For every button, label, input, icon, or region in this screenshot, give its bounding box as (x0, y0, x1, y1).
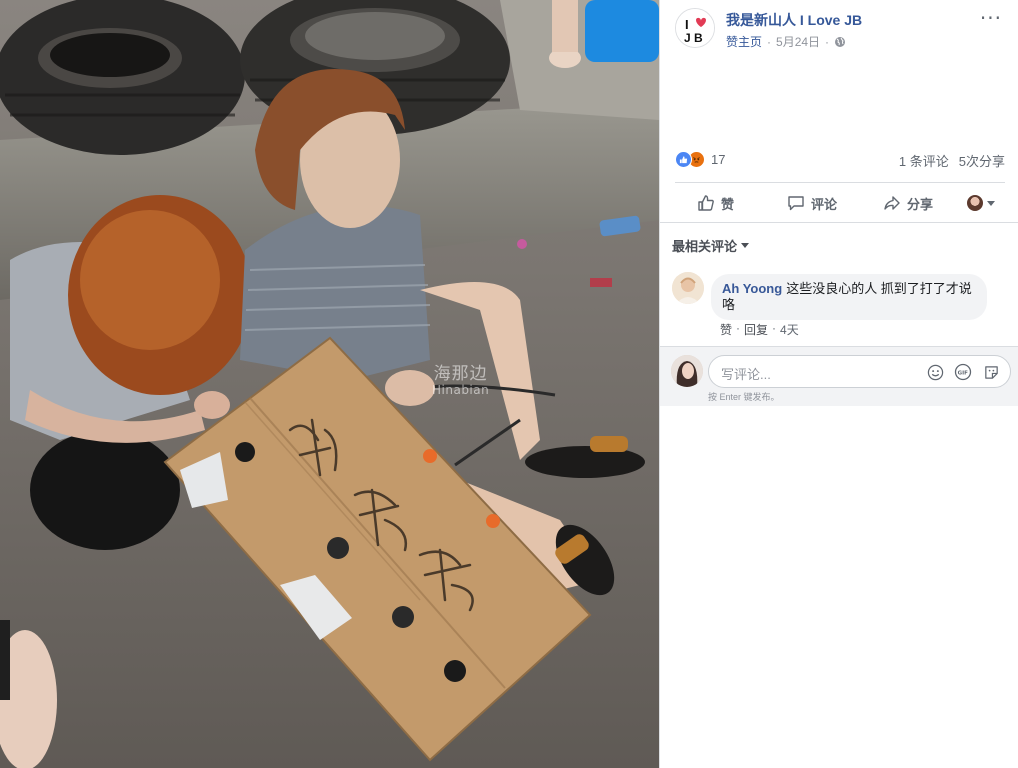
comment-input-placeholder: 写评论... (721, 367, 771, 382)
globe-icon (835, 36, 846, 47)
page-avatar[interactable]: I J B (675, 8, 715, 48)
share-count-link[interactable]: 5次分享 (959, 151, 1005, 170)
svg-text:J B: J B (684, 31, 703, 45)
page-name-link[interactable]: 我是新山人 I Love JB (726, 10, 862, 30)
thumbs-up-icon (698, 195, 714, 211)
reaction-count: 17 (711, 152, 726, 167)
comment-action-separator: · (736, 321, 741, 335)
chevron-down-icon (987, 200, 995, 206)
comment-sort-label: 最相关评论 (672, 239, 738, 254)
page-logo-icon: I J B (676, 9, 714, 47)
emoji-icon[interactable] (926, 363, 944, 381)
avatar-photo (671, 355, 703, 387)
meta-separator: · (825, 34, 830, 49)
commenter-avatar[interactable] (672, 272, 704, 304)
post-date[interactable]: 5月24日 (776, 33, 820, 50)
share-button[interactable]: 分享 (883, 194, 933, 213)
submit-hint: 按 Enter 键发布。 (708, 392, 780, 402)
divider (675, 182, 1005, 183)
photo-watermark: 海那边 Hinabian (432, 364, 490, 397)
photo-illustration (0, 0, 659, 768)
share-label: 分享 (907, 196, 934, 212)
comment-button[interactable]: 评论 (787, 194, 837, 213)
like-button[interactable]: 赞 (697, 194, 734, 213)
comment-action-separator: · (772, 321, 777, 335)
more-options-button[interactable]: ··· (980, 6, 1002, 30)
sticker-icon[interactable] (982, 363, 1000, 381)
share-arrow-icon (884, 196, 900, 210)
post-sidebar: I J B 我是新山人 I Love JB 赞主页 · 5月24日 · ··· (659, 0, 1018, 768)
like-reaction-icon (675, 151, 692, 168)
svg-text:GIF: GIF (958, 370, 969, 376)
comment-time[interactable]: 4天 (780, 321, 799, 338)
divider (660, 222, 1018, 223)
reactions-bar: 17 1 条评论 5次分享 (675, 151, 1005, 171)
comment-sort-dropdown[interactable]: 最相关评论 (672, 236, 750, 255)
comment-actions: 赞 · 回复 · 4天 (720, 321, 799, 338)
engagement-counts: 1 条评论 5次分享 (899, 151, 1005, 170)
comment-icon (788, 196, 804, 211)
react-as-selector[interactable] (967, 195, 995, 211)
post-photo[interactable]: 海那边 Hinabian (0, 0, 659, 768)
reaction-summary[interactable]: 17 (675, 151, 725, 168)
comment-like-link[interactable]: 赞 (720, 321, 732, 338)
post-meta: 赞主页 · 5月24日 · (726, 33, 846, 50)
comment-reply-link[interactable]: 回复 (744, 321, 768, 338)
composer-tools: GIF (926, 363, 1000, 381)
comment-count-link[interactable]: 1 条评论 (899, 151, 949, 170)
comment-bubble: Ah Yoong 这些没良心的人 抓到了打了才说咯 (711, 274, 987, 320)
comment-input[interactable]: 写评论... GIF (708, 355, 1011, 388)
chevron-down-icon (741, 243, 750, 248)
like-page-link[interactable]: 赞主页 (726, 33, 762, 50)
comment-author-link[interactable]: Ah Yoong (722, 281, 782, 296)
current-user-avatar[interactable] (671, 355, 703, 387)
comment-composer: 写评论... GIF 按 Enter 键发布。 (660, 346, 1018, 406)
like-label: 赞 (721, 196, 735, 212)
gif-icon[interactable]: GIF (954, 363, 972, 381)
avatar-photo (672, 272, 704, 304)
svg-text:I: I (685, 17, 689, 32)
facebook-photo-viewer: 海那边 Hinabian I J B 我是新山人 I Love JB 赞主页 ·… (0, 0, 1018, 768)
watermark-main: 海那边 (433, 364, 488, 384)
meta-separator: · (767, 34, 772, 49)
watermark-sub: Hinabian (432, 382, 490, 397)
comment-label: 评论 (811, 196, 838, 212)
post-action-bar: 赞 评论 分享 (675, 186, 1005, 220)
viewer-avatar (967, 195, 983, 211)
